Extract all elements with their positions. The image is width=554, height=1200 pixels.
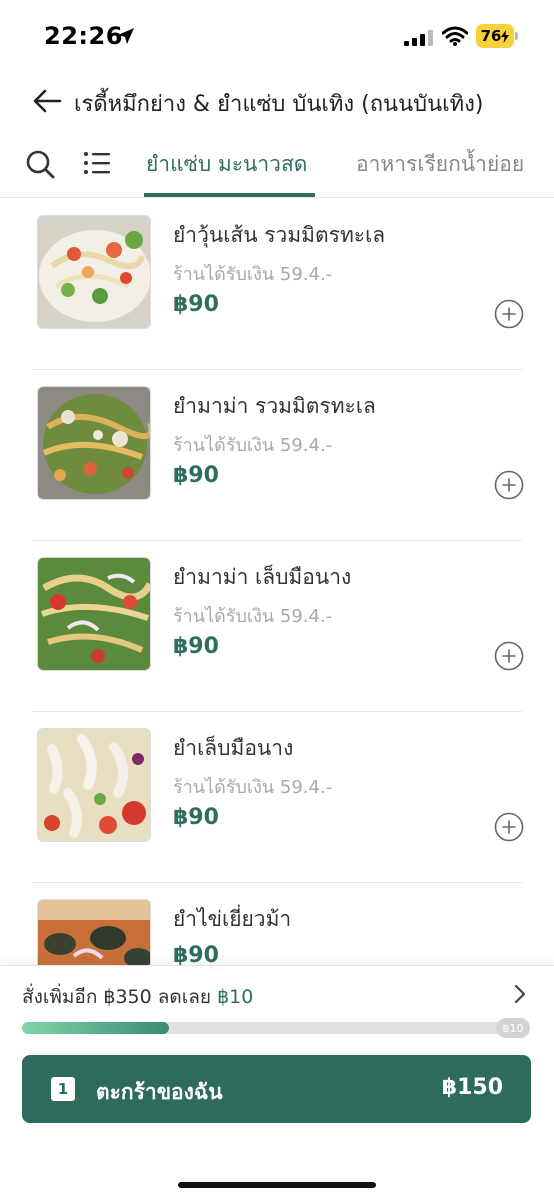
location-arrow-icon [118, 28, 134, 44]
menu-item-name: ยำไข่เยี่ยวม้า [173, 907, 292, 931]
menu-item-image [37, 899, 151, 965]
status-bar: 22:26 76 [0, 0, 554, 72]
promo-discount: ฿10 [217, 986, 254, 1008]
promo-progress-badge: ฿10 [496, 1018, 530, 1038]
chevron-right-icon[interactable] [508, 982, 532, 1006]
menu-item[interactable]: ยำเล็บมือนาง ร้านได้รับเงิน 59.4.- ฿90 [0, 712, 554, 883]
menu-list: ยำวุ้นเส้น รวมมิตรทะเล ร้านได้รับเงิน 59… [0, 199, 554, 965]
promo-progress-bar [22, 1022, 528, 1034]
signal-icon [404, 30, 433, 46]
battery-tip [515, 32, 518, 40]
menu-item-price: ฿90 [173, 463, 219, 488]
menu-item-earnings: ร้านได้รับเงิน 59.4.- [173, 777, 333, 798]
category-bar: ยำแซ่บ มะนาวสด อาหารเรียกน้ำย่อย [0, 136, 554, 198]
menu-item[interactable]: ยำมาม่า เล็บมือนาง ร้านได้รับเงิน 59.4.-… [0, 541, 554, 712]
menu-item[interactable]: ยำมาม่า รวมมิตรทะเล ร้านได้รับเงิน 59.4.… [0, 370, 554, 541]
menu-item-name: ยำมาม่า เล็บมือนาง [173, 565, 352, 589]
menu-item-image [37, 386, 151, 500]
back-button[interactable] [30, 84, 64, 118]
menu-item-name: ยำมาม่า รวมมิตรทะเล [173, 394, 376, 418]
menu-item-image [37, 215, 151, 329]
cart-label: ตะกร้าของฉัน [96, 1080, 223, 1104]
cart-total: ฿150 [441, 1075, 503, 1100]
add-item-icon[interactable] [494, 641, 524, 671]
menu-item[interactable]: ยำไข่เยี่ยวม้า ฿90 [0, 883, 554, 965]
battery-indicator: 76 [476, 24, 514, 48]
menu-item[interactable]: ยำวุ้นเส้น รวมมิตรทะเล ร้านได้รับเงิน 59… [0, 199, 554, 370]
menu-item-name: ยำวุ้นเส้น รวมมิตรทะเล [173, 223, 386, 247]
menu-item-name: ยำเล็บมือนาง [173, 736, 294, 760]
promo-message: สั่งเพิ่มอีก ฿350 ลดเลย [22, 986, 218, 1008]
store-title: เรดี้หมึกย่าง & ยำแซ่บ บันเทิง (ถนนบันเท… [74, 92, 484, 117]
charging-bolt-icon [501, 29, 510, 43]
battery-level: 76 [480, 27, 502, 45]
search-icon[interactable] [24, 148, 56, 180]
menu-item-image [37, 728, 151, 842]
add-item-icon[interactable] [494, 812, 524, 842]
menu-item-price: ฿90 [173, 805, 219, 830]
menu-item-image [37, 557, 151, 671]
category-list-icon[interactable] [82, 148, 112, 178]
menu-item-earnings: ร้านได้รับเงิน 59.4.- [173, 435, 333, 456]
cart-panel: สั่งเพิ่มอีก ฿350 ลดเลย ฿10 ฿10 1 ตะกร้า… [0, 965, 554, 1200]
active-tab-indicator [144, 193, 315, 197]
menu-item-price: ฿90 [173, 943, 219, 965]
promo-progress-fill [22, 1022, 169, 1034]
add-item-icon[interactable] [494, 470, 524, 500]
status-time: 22:26 [44, 22, 123, 50]
tab-appetizers[interactable]: อาหารเรียกน้ำย่อย [356, 148, 524, 181]
wifi-icon [442, 26, 468, 46]
home-indicator [178, 1182, 376, 1188]
menu-item-price: ฿90 [173, 634, 219, 659]
promo-text[interactable]: สั่งเพิ่มอีก ฿350 ลดเลย ฿10 [22, 982, 253, 1012]
tab-yum-spicy[interactable]: ยำแซ่บ มะนาวสด [146, 148, 307, 181]
menu-item-earnings: ร้านได้รับเงิน 59.4.- [173, 264, 333, 285]
menu-item-earnings: ร้านได้รับเงิน 59.4.- [173, 606, 333, 627]
menu-item-price: ฿90 [173, 292, 219, 317]
back-arrow-icon [33, 89, 62, 113]
cart-count-badge: 1 [51, 1077, 75, 1101]
add-item-icon[interactable] [494, 299, 524, 329]
store-header: เรดี้หมึกย่าง & ยำแซ่บ บันเทิง (ถนนบันเท… [0, 78, 554, 124]
view-cart-button[interactable]: 1 ตะกร้าของฉัน ฿150 [22, 1055, 531, 1123]
